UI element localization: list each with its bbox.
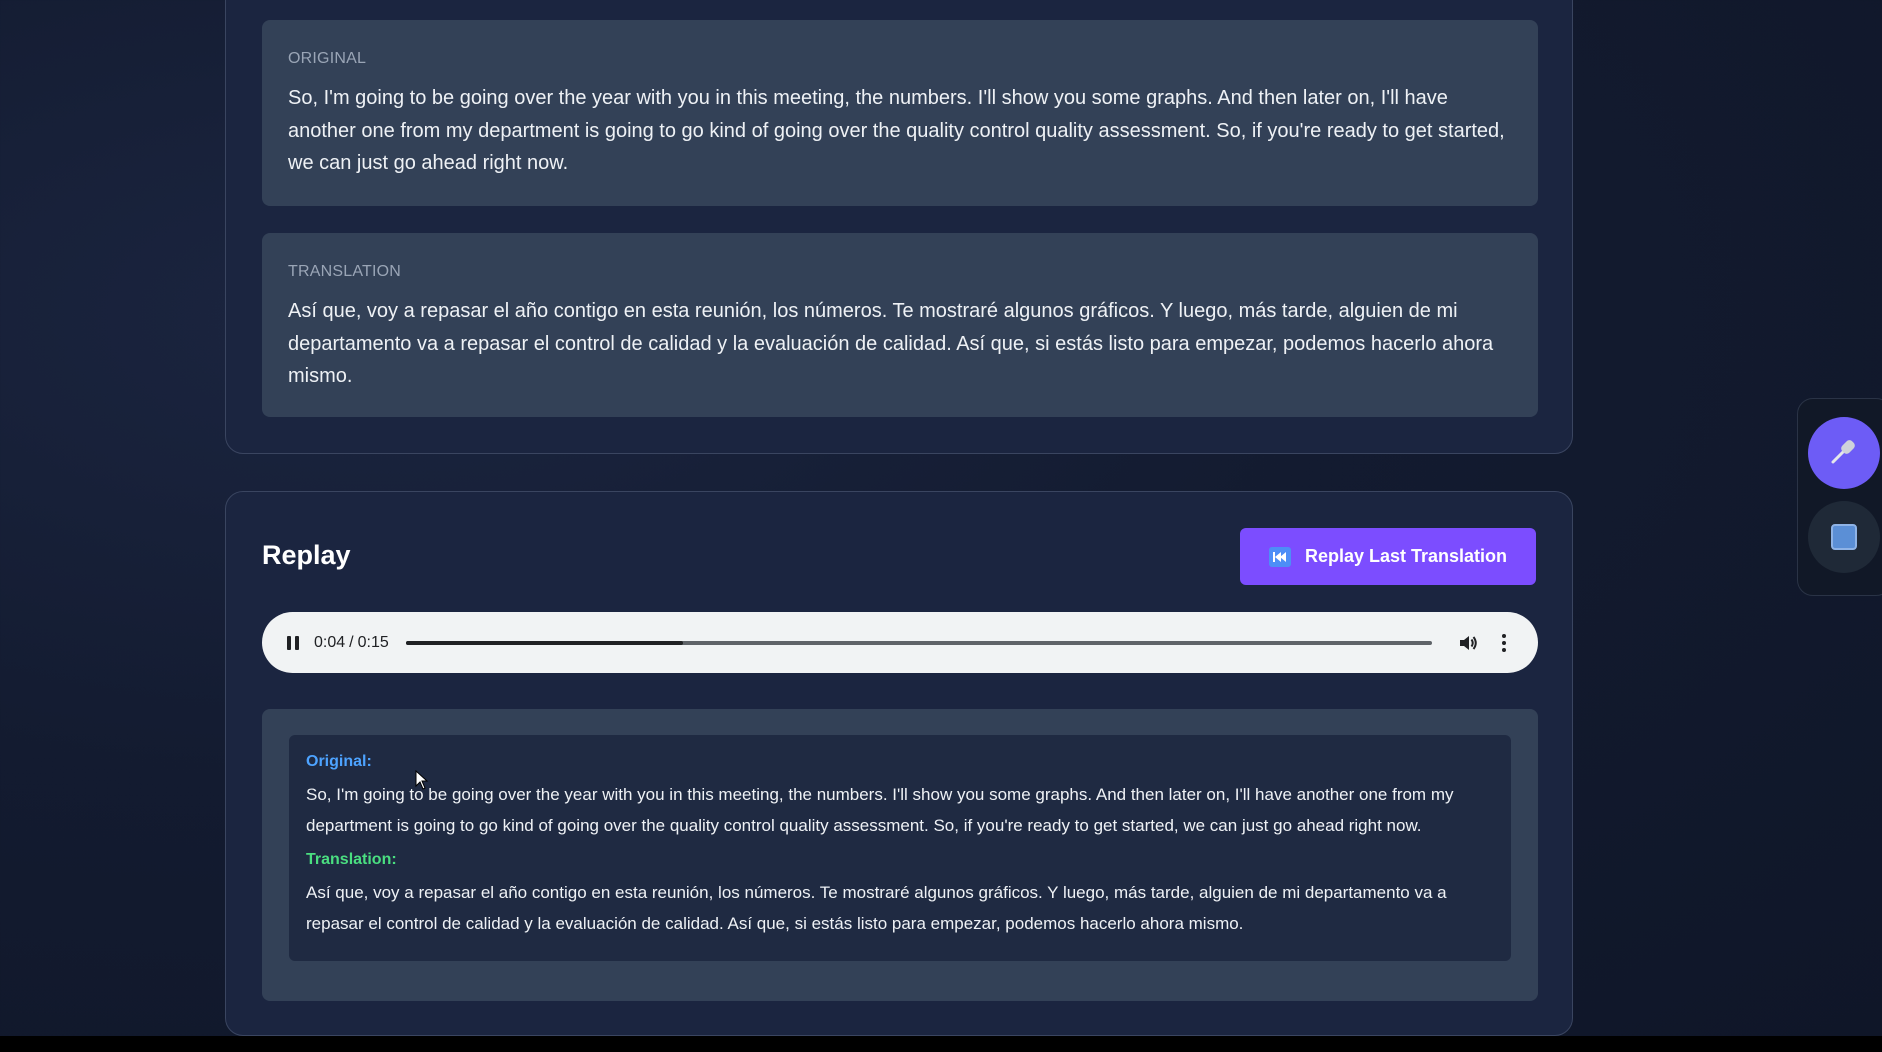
replay-last-translation-button[interactable]: Replay Last Translation <box>1240 528 1536 585</box>
stop-icon <box>1831 524 1857 550</box>
replay-button-label: Replay Last Translation <box>1304 546 1508 566</box>
time-display: 0:04/0:15 <box>314 633 389 651</box>
microphone-icon <box>1827 434 1861 473</box>
volume-icon[interactable] <box>1456 631 1480 655</box>
history-original-label: Original: <box>306 753 372 770</box>
transcript-card: ORIGINAL So, I'm going to be going over … <box>225 0 1573 454</box>
duration: 0:15 <box>357 633 389 651</box>
more-options-icon[interactable] <box>1492 631 1516 655</box>
mouse-cursor-icon <box>415 769 429 790</box>
original-panel: ORIGINAL So, I'm going to be going over … <box>262 20 1538 206</box>
rewind-icon <box>1268 546 1291 567</box>
original-text: So, I'm going to be going over the year … <box>288 87 1505 174</box>
history-entry: Original: So, I'm going to be going over… <box>289 735 1511 961</box>
translation-text: Así que, voy a repasar el año contigo en… <box>288 300 1494 387</box>
stop-button[interactable] <box>1808 501 1880 573</box>
bottom-bar <box>0 1036 1882 1052</box>
original-label: ORIGINAL <box>288 50 367 67</box>
history-translation-text: Así que, voy a repasar el año contigo en… <box>306 883 1447 933</box>
microphone-button[interactable] <box>1808 417 1880 489</box>
replay-card: Replay Replay Last Translation 0:04/0:15 <box>225 491 1573 1036</box>
history-original-text: So, I'm going to be going over the year … <box>306 785 1454 835</box>
progress-fill <box>405 640 683 645</box>
audio-player[interactable]: 0:04/0:15 <box>262 612 1538 673</box>
history-translation-label: Translation: <box>306 851 397 868</box>
translation-panel: TRANSLATION Así que, voy a repasar el añ… <box>262 233 1538 417</box>
pause-icon[interactable] <box>284 634 302 652</box>
translation-label: TRANSLATION <box>288 263 402 280</box>
replay-title: Replay <box>262 540 351 570</box>
progress-slider[interactable] <box>405 640 1432 645</box>
current-time: 0:04 <box>314 633 346 651</box>
side-dock <box>1797 398 1882 596</box>
translation-history: Original: So, I'm going to be going over… <box>262 709 1538 1001</box>
